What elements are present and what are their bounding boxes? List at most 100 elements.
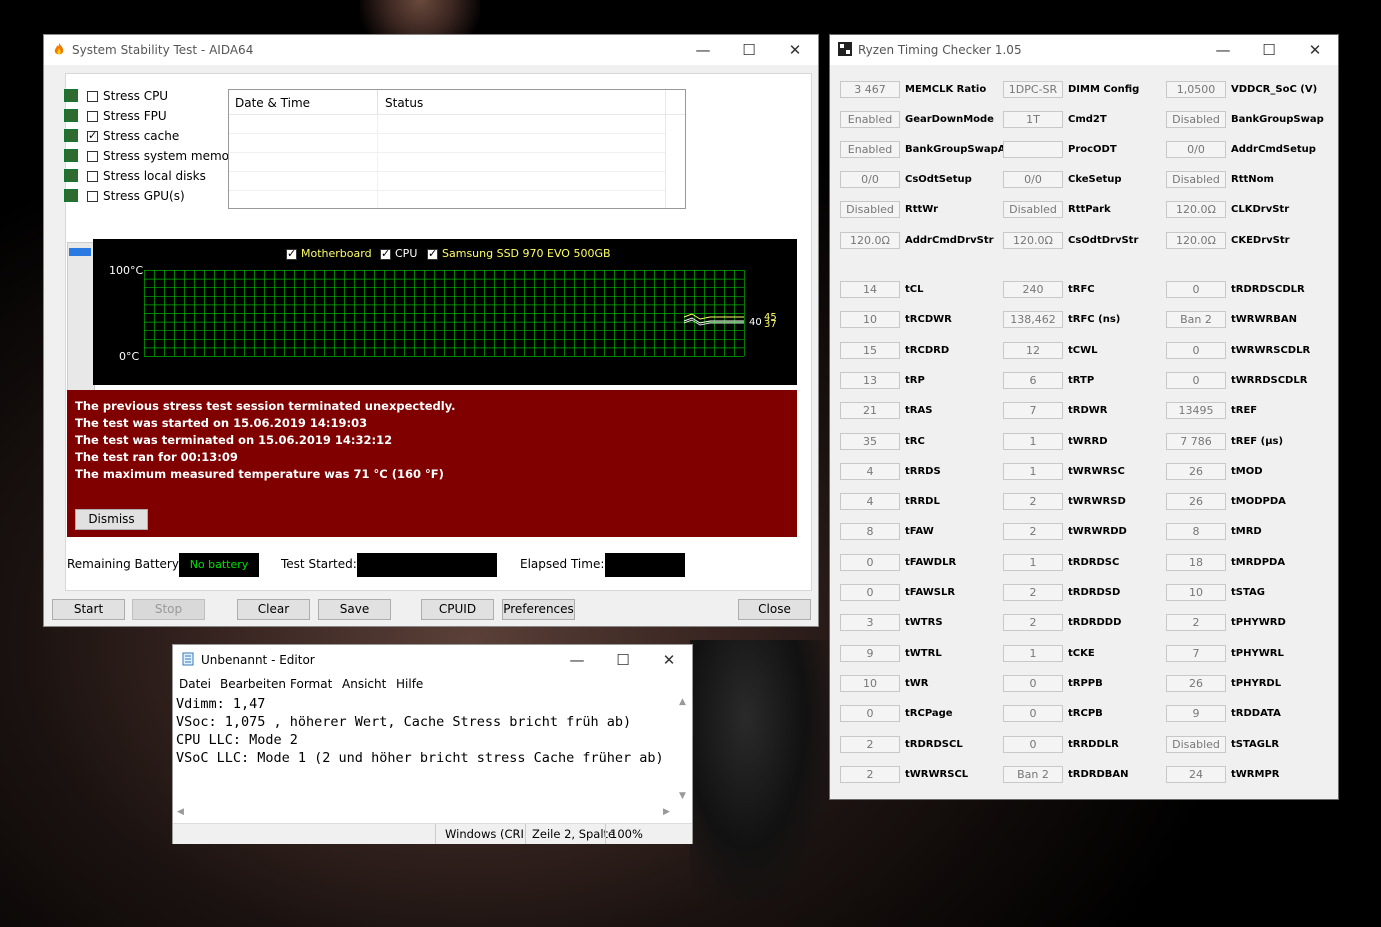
preferences-button[interactable]: Preferences [502, 599, 575, 620]
minimize-button[interactable]: — [680, 35, 726, 65]
editor-line: CPU LLC: Mode 2 [176, 732, 298, 748]
timing-label: tRDWR [1068, 405, 1108, 417]
editor-maximize-button[interactable]: ☐ [600, 645, 646, 675]
timing-value: 1,0500 [1166, 81, 1226, 98]
timing-label: tFAWSLR [905, 587, 956, 598]
timing-value: 35 [840, 432, 900, 450]
timing-value: 0 [840, 705, 900, 723]
rtc-close-button[interactable]: ✕ [1292, 35, 1338, 65]
cpuid-button[interactable]: CPUID [421, 599, 494, 620]
editor-menu-datei[interactable]: Datei [179, 677, 211, 691]
stress-checkbox[interactable] [87, 111, 98, 122]
close-button[interactable]: Close [738, 599, 811, 620]
timing-value: 15 [840, 341, 900, 359]
timing-value: Disabled [840, 201, 900, 219]
stress-label[interactable]: Stress system memory [103, 149, 241, 163]
timing-label: tRRDS [905, 465, 941, 477]
clear-button[interactable]: Clear [237, 599, 310, 620]
legend-checkbox[interactable] [427, 247, 438, 260]
stress-label[interactable]: Stress CPU [103, 89, 168, 103]
editor-minimize-button[interactable]: — [554, 645, 600, 675]
stress-label[interactable]: Stress GPU(s) [103, 189, 185, 203]
timing-label: tPHYRDL [1231, 677, 1282, 689]
timing-value: 120.0Ω [1166, 231, 1226, 249]
timing-label: CKEDrvStr [1231, 234, 1290, 246]
timing-label: tPHYWRL [1231, 647, 1284, 659]
timing-value: 0/0 [1166, 141, 1226, 159]
stress-checkbox[interactable] [87, 171, 98, 182]
legend-checkbox[interactable] [380, 247, 391, 260]
timing-value: Ban 2 [1003, 765, 1063, 783]
stress-label[interactable]: Stress cache [103, 129, 179, 143]
rtc-minimize-button[interactable]: — [1200, 35, 1246, 65]
stress-checkbox[interactable] [87, 91, 98, 102]
stress-label[interactable]: Stress local disks [103, 169, 206, 183]
maximize-button[interactable]: ☐ [726, 35, 772, 65]
timing-value: 1 [1003, 462, 1063, 480]
timing-value: 12 [1003, 341, 1063, 359]
test-started-label: Test Started: [281, 557, 357, 571]
stop-button[interactable]: Stop [132, 599, 205, 620]
stress-label[interactable]: Stress FPU [103, 109, 167, 123]
timing-label: tWRWRSD [1068, 496, 1126, 508]
editor-menu-hilfe[interactable]: Hilfe [396, 677, 423, 691]
save-button[interactable]: Save [318, 599, 391, 620]
cache-icon [64, 129, 78, 142]
editor-line: VSoc: 1,075 , höherer Wert, Cache Stress… [176, 714, 632, 730]
editor-statusbar: Windows (CRI Zeile 2, Spalte 100% [173, 823, 692, 844]
editor-vscrollbar[interactable]: ▲ ▼ [676, 695, 692, 805]
timing-label: tRTP [1068, 374, 1095, 386]
timing-label: tWRWRDD [1068, 526, 1127, 538]
temperature-grid [144, 270, 745, 357]
timing-label: CLKDrvStr [1231, 204, 1290, 216]
alert-line: The previous stress test session termina… [75, 399, 456, 413]
timing-label: tRCDRD [905, 344, 950, 356]
timing-value: 9 [840, 644, 900, 662]
timing-value: 3 [840, 614, 900, 632]
timing-label: tRPPB [1068, 677, 1103, 689]
timing-value: 0 [840, 553, 900, 571]
editor-menu-bearbeiten[interactable]: Bearbeiten [220, 677, 286, 691]
timing-value: 1DPC-SR [1003, 81, 1063, 98]
editor-menu-ansicht[interactable]: Ansicht [342, 677, 386, 691]
timing-label: tFAW [905, 526, 934, 538]
timing-label: tRRDDLR [1068, 738, 1119, 750]
log-table: Date & Time Status [228, 89, 686, 209]
stress-checkbox[interactable] [87, 151, 98, 162]
timing-label: RttNom [1231, 174, 1274, 186]
timing-value: 24 [1166, 765, 1226, 783]
timing-value: 4 [840, 462, 900, 480]
rtc-maximize-button[interactable]: ☐ [1246, 35, 1292, 65]
timing-value: 6 [1003, 371, 1063, 389]
timing-value: 1 [1003, 644, 1063, 662]
timing-label: tRFC [1068, 284, 1095, 295]
close-window-button[interactable]: ✕ [772, 35, 818, 65]
timing-label: VDDCR_SoC (V) [1231, 84, 1318, 95]
timing-value: Disabled [1166, 171, 1226, 189]
timing-value: 2 [1003, 493, 1063, 511]
timing-value: 120.0Ω [840, 231, 900, 249]
alert-line: The maximum measured temperature was 71 … [75, 467, 444, 481]
editor-close-button[interactable]: ✕ [646, 645, 692, 675]
timing-label: tREF (µs) [1231, 435, 1284, 447]
timing-label: tRRDL [905, 496, 940, 508]
log-header-datetime[interactable]: Date & Time [235, 96, 310, 110]
graph-scroll-thumb[interactable] [69, 248, 91, 256]
timing-label: tRCPB [1068, 708, 1103, 720]
timing-value: 8 [1166, 523, 1226, 541]
rtc-titlebar: Ryzen Timing Checker 1.05 — ☐ ✕ [830, 35, 1338, 65]
timing-value: Disabled [1166, 111, 1226, 129]
dismiss-button[interactable]: Dismiss [75, 509, 148, 530]
legend-label: Samsung SSD 970 EVO 500GB [442, 247, 611, 260]
editor-hscrollbar[interactable]: ◀ ▶ [173, 805, 676, 821]
log-header-status[interactable]: Status [385, 96, 423, 110]
editor-menu-format[interactable]: Format [290, 677, 332, 691]
timing-label: tWRWRBAN [1231, 314, 1297, 326]
stress-checkbox[interactable] [87, 191, 98, 202]
start-button[interactable]: Start [52, 599, 125, 620]
timing-label: DIMM Config [1068, 84, 1140, 95]
stress-checkbox[interactable] [87, 129, 98, 142]
legend-checkbox[interactable] [286, 247, 297, 260]
editor-line: Vdimm: 1,47 [176, 696, 266, 712]
editor-textarea[interactable]: Vdimm: 1,47 VSoc: 1,075 , höherer Wert, C… [176, 695, 676, 805]
